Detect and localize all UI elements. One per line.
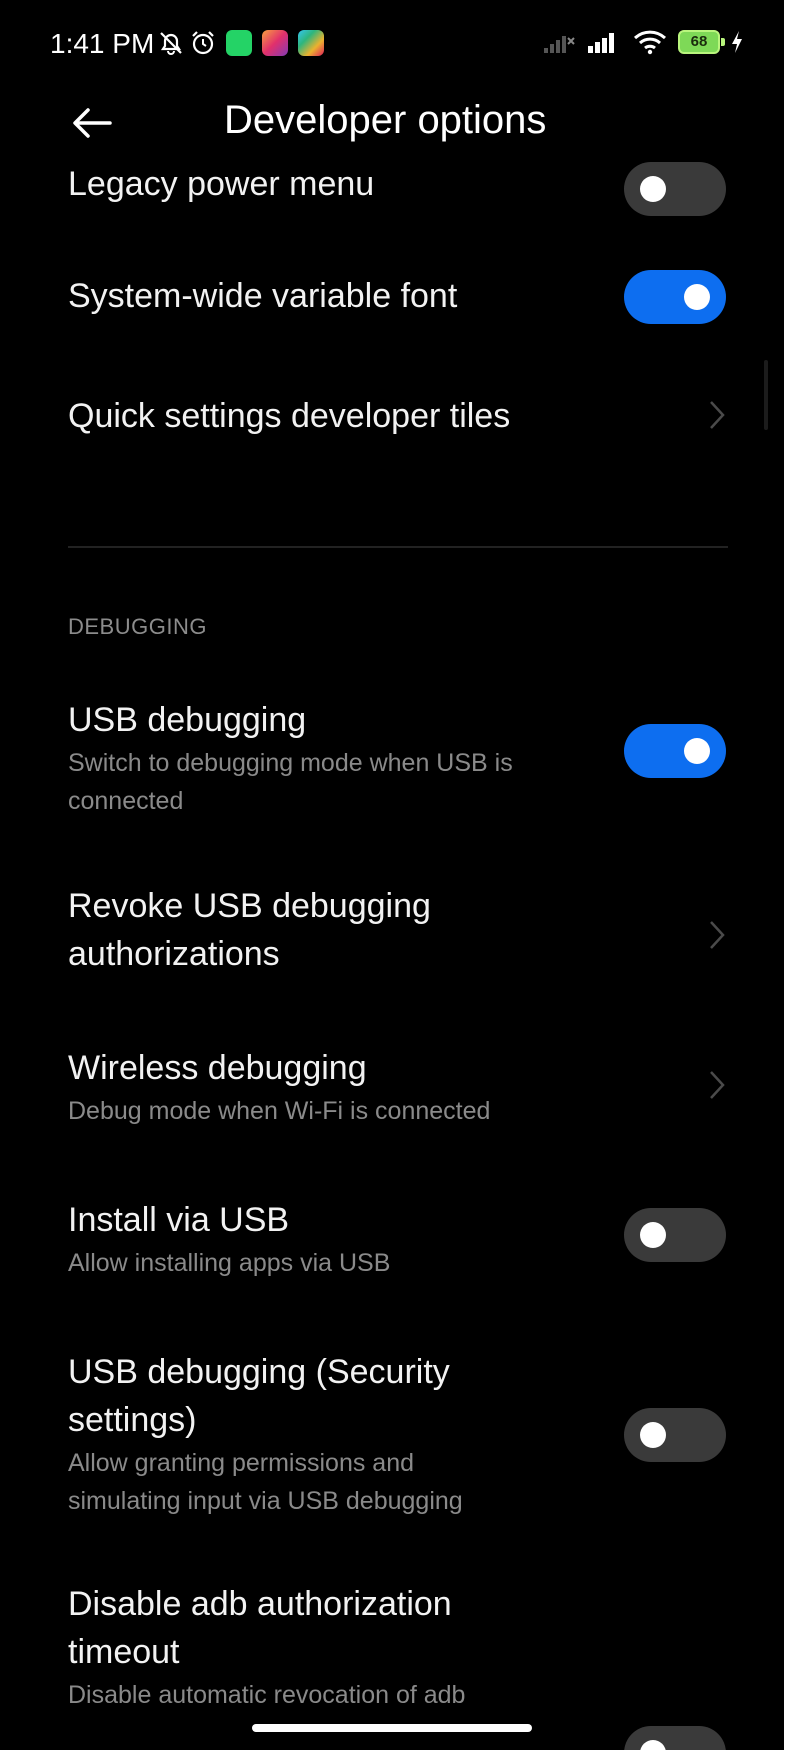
toggle-legacy-power-menu[interactable] bbox=[624, 162, 726, 216]
toggle-install-via-usb[interactable] bbox=[624, 1208, 726, 1262]
signal-icon bbox=[588, 33, 614, 53]
app-colorful-icon bbox=[298, 30, 324, 56]
scroll-indicator bbox=[764, 360, 768, 430]
setting-subtitle: connected bbox=[68, 787, 184, 815]
chevron-right-icon bbox=[710, 401, 725, 429]
toggle-disable-adb-authorization-timeout[interactable] bbox=[624, 1726, 726, 1750]
toggle-system-wide-variable-font[interactable] bbox=[624, 270, 726, 324]
setting-title: System-wide variable font bbox=[68, 277, 458, 315]
battery-level: 68 bbox=[690, 33, 708, 50]
status-time: 1:41 PM bbox=[50, 28, 155, 59]
setting-wireless-debugging[interactable]: Wireless debugging Debug mode when Wi-Fi… bbox=[0, 1044, 784, 1144]
setting-subtitle: Allow granting permissions and bbox=[68, 1449, 415, 1477]
setting-subtitle: simulating input via USB debugging bbox=[68, 1487, 463, 1515]
toggle-knob bbox=[640, 1740, 666, 1750]
setting-legacy-power-menu[interactable]: Legacy power menu bbox=[0, 160, 784, 246]
setting-subtitle: Allow installing apps via USB bbox=[68, 1249, 391, 1277]
setting-quick-settings-developer-tiles[interactable]: Quick settings developer tiles bbox=[0, 392, 784, 482]
setting-subtitle: Disable automatic revocation of adb bbox=[68, 1681, 466, 1709]
setting-title: Legacy power menu bbox=[68, 165, 375, 203]
setting-title: Wireless debugging bbox=[68, 1049, 367, 1087]
chevron-right-icon bbox=[710, 1071, 725, 1099]
toggle-usb-debugging[interactable] bbox=[624, 724, 726, 778]
battery-icon: 68 bbox=[678, 30, 725, 54]
toggle-knob bbox=[640, 1422, 666, 1448]
home-indicator[interactable] bbox=[252, 1724, 532, 1732]
setting-usb-debugging[interactable]: USB debugging Switch to debugging mode w… bbox=[0, 696, 784, 826]
toggle-knob bbox=[684, 284, 710, 310]
setting-usb-debugging-security-settings[interactable]: USB debugging (Security settings) Allow … bbox=[0, 1348, 784, 1528]
setting-subtitle: Debug mode when Wi-Fi is connected bbox=[68, 1097, 491, 1125]
charging-icon bbox=[732, 31, 742, 53]
status-right-icons: 68 bbox=[542, 26, 744, 58]
setting-revoke-usb-debugging-authorizations[interactable]: Revoke USB debugging authorizations bbox=[0, 882, 784, 992]
signal-icon bbox=[544, 36, 575, 53]
toggle-knob bbox=[640, 1222, 666, 1248]
alarm-icon bbox=[192, 31, 214, 55]
setting-title: Revoke USB debugging bbox=[68, 887, 431, 925]
setting-title: USB debugging (Security bbox=[68, 1353, 450, 1391]
setting-title: settings) bbox=[68, 1401, 197, 1439]
chevron-right-icon bbox=[710, 921, 725, 949]
app-green-icon bbox=[226, 30, 252, 56]
toggle-knob bbox=[640, 176, 666, 202]
mute-icon bbox=[160, 32, 182, 55]
setting-title: Disable adb authorization bbox=[68, 1585, 452, 1623]
section-label-debugging: DEBUGGING bbox=[68, 614, 207, 639]
setting-subtitle: Switch to debugging mode when USB is bbox=[68, 749, 513, 777]
setting-title: Quick settings developer tiles bbox=[68, 397, 511, 435]
toggle-knob bbox=[684, 738, 710, 764]
page-title: Developer options bbox=[224, 98, 547, 142]
back-arrow-icon[interactable] bbox=[66, 98, 122, 148]
divider bbox=[68, 546, 728, 548]
wifi-icon bbox=[633, 30, 667, 55]
screenshot-margin bbox=[784, 0, 802, 1750]
setting-system-wide-variable-font[interactable]: System-wide variable font bbox=[0, 270, 784, 362]
screen: 1:41 PM 68 Developer options Legacy powe… bbox=[0, 0, 784, 1750]
setting-install-via-usb[interactable]: Install via USB Allow installing apps vi… bbox=[0, 1196, 784, 1296]
setting-title: USB debugging bbox=[68, 701, 307, 739]
setting-title: authorizations bbox=[68, 935, 280, 973]
status-bar: 1:41 PM 68 bbox=[0, 0, 784, 80]
toggle-usb-debugging-security-settings[interactable] bbox=[624, 1408, 726, 1462]
setting-title: timeout bbox=[68, 1633, 180, 1671]
instagram-icon bbox=[262, 30, 288, 56]
setting-title: Install via USB bbox=[68, 1201, 290, 1239]
